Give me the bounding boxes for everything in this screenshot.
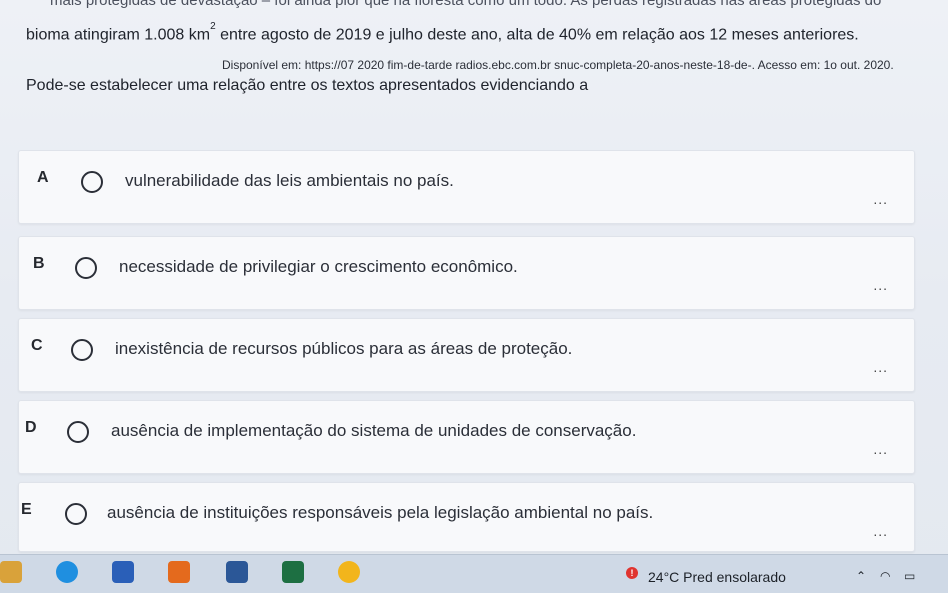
- option-letter: D: [25, 419, 37, 436]
- more-options-icon[interactable]: ...: [873, 359, 888, 375]
- app-icon[interactable]: [0, 561, 22, 583]
- option-c[interactable]: C inexistência de recursos públicos para…: [18, 318, 915, 392]
- taskbar: ! 24°C Pred ensolarado ⌃ ◠ ▭: [0, 554, 948, 593]
- question-prompt: Pode-se estabelecer uma relação entre os…: [26, 77, 589, 94]
- network-icon[interactable]: ◠: [880, 569, 890, 583]
- more-options-icon[interactable]: ...: [873, 523, 888, 539]
- question-text-line: bioma atingiram 1.008 km2 entre agosto d…: [26, 21, 859, 44]
- question-intro-cut-text: mais protegidas de devastação – foi aind…: [50, 0, 882, 9]
- option-text: ausência de instituições responsáveis pe…: [107, 503, 654, 522]
- option-d[interactable]: D ausência de implementação do sistema d…: [18, 400, 915, 474]
- option-letter: B: [33, 255, 45, 272]
- store-icon[interactable]: [112, 561, 134, 583]
- radio-button[interactable]: [75, 257, 97, 279]
- weather-widget[interactable]: 24°C Pred ensolarado: [648, 569, 786, 585]
- radio-button[interactable]: [71, 339, 93, 361]
- more-options-icon[interactable]: ...: [873, 441, 888, 457]
- option-e[interactable]: E ausência de instituições responsáveis …: [18, 482, 915, 552]
- option-letter: E: [21, 501, 32, 518]
- weather-label: Pred ensolarado: [683, 569, 786, 585]
- radio-button[interactable]: [67, 421, 89, 443]
- option-letter: A: [37, 169, 49, 186]
- option-b[interactable]: B necessidade de privilegiar o crescimen…: [18, 236, 915, 310]
- word-icon[interactable]: [226, 561, 248, 583]
- office-icon[interactable]: [168, 561, 190, 583]
- question-text-part: bioma atingiram 1.008 km: [26, 26, 211, 44]
- option-a[interactable]: A vulnerabilidade das leis ambientais no…: [18, 150, 915, 224]
- volume-icon[interactable]: ▭: [904, 569, 915, 583]
- option-text: inexistência de recursos públicos para a…: [115, 339, 573, 358]
- question-text-part: entre agosto de 2019 e julho deste ano, …: [215, 26, 859, 44]
- temperature: 24°C: [648, 569, 680, 585]
- option-text: ausência de implementação do sistema de …: [111, 421, 637, 440]
- option-letter: C: [31, 337, 43, 354]
- excel-icon[interactable]: [282, 561, 304, 583]
- superscript: 2: [210, 21, 216, 32]
- option-text: necessidade de privilegiar o crescimento…: [119, 257, 518, 276]
- option-text: vulnerabilidade das leis ambientais no p…: [125, 171, 454, 190]
- chevron-up-icon[interactable]: ⌃: [856, 569, 866, 583]
- warning-badge-icon: !: [626, 567, 638, 579]
- radio-button[interactable]: [65, 503, 87, 525]
- source-citation: Disponível em: https://07 2020 fim-de-ta…: [222, 58, 894, 72]
- edge-browser-icon[interactable]: [56, 561, 78, 583]
- chrome-icon[interactable]: [338, 561, 360, 583]
- radio-button[interactable]: [81, 171, 103, 193]
- more-options-icon[interactable]: ...: [873, 277, 888, 293]
- more-options-icon[interactable]: ...: [873, 191, 888, 207]
